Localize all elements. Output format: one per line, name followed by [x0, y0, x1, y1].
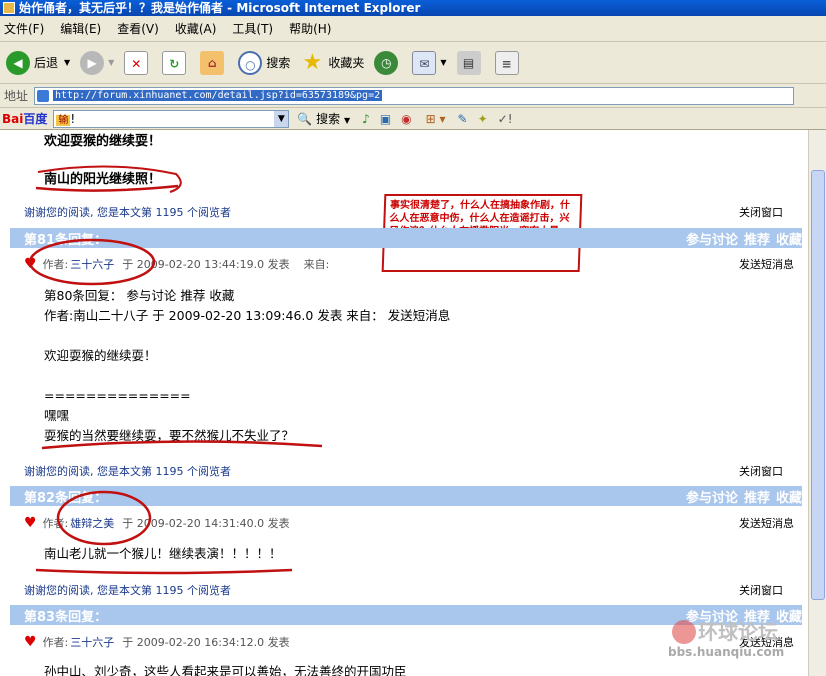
baidu-logo[interactable]: Bai百度: [2, 110, 47, 127]
author-link[interactable]: 三十六子: [70, 634, 114, 650]
collect-link[interactable]: 收藏: [776, 491, 802, 506]
discuss-link[interactable]: 参与讨论: [686, 233, 738, 248]
menu-tools[interactable]: 工具(T): [232, 20, 273, 37]
read-count-text: 谢谢您的阅读, 您是本文第 1195 个阅览者: [24, 465, 231, 478]
menu-bar: 文件(F) 编辑(E) 查看(V) 收藏(A) 工具(T) 帮助(H): [0, 16, 826, 42]
recommend-link[interactable]: 推荐: [744, 491, 770, 506]
search-icon: ○: [238, 50, 263, 75]
refresh-icon: ↻: [162, 50, 187, 75]
heart-icon: ♥: [24, 515, 37, 531]
window-title-bar: 始作俑者，其无后乎！？我是始作俑者 - Microsoft Internet E…: [0, 0, 826, 16]
music-icon[interactable]: ♪: [362, 112, 370, 126]
post-time: 2009-02-20 16:34:12.0 发表: [136, 636, 290, 649]
baidu-dropdown-icon[interactable]: ▼: [274, 110, 289, 127]
standard-toolbar: ◀ 后退 ▼ ▶ ▼ ✕ ↻ ⌂ ○ 搜索 ★ 收藏夹 ◷ ✉ ▼ ▤ ≡: [0, 42, 826, 84]
translate-icon[interactable]: ⊞ ▾: [426, 112, 446, 126]
back-button[interactable]: ◀ 后退 ▼: [6, 50, 70, 75]
page-content: 欢迎耍猴的继续耍！ 南山的阳光继续照！ 谢谢您的阅读, 您是本文第 1195 个…: [0, 130, 826, 676]
send-message-link[interactable]: 发送短消息: [739, 256, 794, 272]
recommend-link[interactable]: 推荐: [744, 233, 770, 248]
ie-icon: [3, 2, 15, 14]
close-window-link[interactable]: 关闭窗口: [739, 463, 783, 479]
back-dropdown-icon[interactable]: ▼: [64, 58, 70, 67]
edit-page-icon: ≡: [494, 50, 519, 75]
baidu-query: !: [70, 112, 76, 126]
image-icon[interactable]: ▣: [380, 112, 391, 126]
baidu-toolbar: Bai百度 输! ▼ 🔍 搜索 ▼ ♪ ▣ ◉ ⊞ ▾ ✎ ✦ ✓!: [0, 108, 826, 130]
previous-post-line-highlight: 南山的阳光继续照！: [44, 172, 162, 187]
address-label: 地址: [4, 89, 29, 103]
news-icon[interactable]: ◉: [401, 112, 411, 126]
send-message-link[interactable]: 发送短消息: [739, 515, 794, 531]
alert-icon[interactable]: ✓!: [498, 112, 513, 126]
home-icon: ⌂: [200, 50, 225, 75]
history-icon: ◷: [374, 50, 399, 75]
menu-file[interactable]: 文件(F): [4, 20, 44, 37]
forward-dropdown-icon[interactable]: ▼: [108, 58, 114, 67]
reply-header-82: 第82条回复： 参与讨论 推荐 收藏: [10, 486, 802, 506]
post-time: 2009-02-20 13:44:19.0 发表: [136, 258, 290, 271]
reply-header-81: 第81条回复： 参与讨论 推荐 收藏: [10, 228, 802, 248]
menu-edit[interactable]: 编辑(E): [60, 20, 101, 37]
reply-body-81: 第80条回复： 参与讨论 推荐 收藏 作者:南山二十八子 于 2009-02-2…: [44, 288, 451, 443]
heart-icon: ♥: [24, 256, 37, 272]
post-time: 2009-02-20 14:31:40.0 发表: [136, 517, 290, 530]
forward-button[interactable]: ▶ ▼: [80, 50, 114, 75]
menu-view[interactable]: 查看(V): [117, 20, 159, 37]
page-icon: [37, 89, 50, 102]
window-title: 始作俑者，其无后乎！？我是始作俑者 - Microsoft Internet E…: [19, 1, 421, 15]
baidu-highlight-icon: 输: [56, 115, 71, 126]
discuss-link[interactable]: 参与讨论: [686, 491, 738, 506]
read-count-text: 谢谢您的阅读, 您是本文第 1195 个阅览者: [24, 206, 231, 219]
read-count-text: 谢谢您的阅读, 您是本文第 1195 个阅览者: [24, 584, 231, 597]
menu-favorites[interactable]: 收藏(A): [175, 20, 217, 37]
search-button[interactable]: ○ 搜索: [238, 50, 290, 75]
collect-link[interactable]: 收藏: [776, 233, 802, 248]
address-input[interactable]: http://forum.xinhuanet.com/detail.jsp?id…: [34, 86, 795, 105]
back-arrow-icon: ◀: [6, 50, 30, 75]
baidu-search-input[interactable]: 输! ▼: [53, 109, 290, 128]
refresh-button[interactable]: ↻: [162, 50, 190, 75]
scrollbar-thumb[interactable]: [811, 170, 825, 600]
reply-body-83: 孙中山、刘少奇，这些人看起来是可以善始，无法善终的开国功臣: [44, 664, 407, 676]
author-row-81: ♥ 作者: 三十六子于 2009-02-20 13:44:19.0 发表 来自: 发送…: [24, 256, 794, 272]
author-link[interactable]: 三十六子: [70, 256, 114, 272]
heart-icon: ♥: [24, 634, 37, 650]
close-window-link[interactable]: 关闭窗口: [739, 582, 783, 598]
forum-watermark: 环球论坛 bbs.huanqiu.com: [668, 620, 785, 659]
mail-icon: ✉: [412, 50, 437, 75]
history-button[interactable]: ◷: [374, 50, 402, 75]
print-button[interactable]: ▤: [456, 50, 485, 75]
stop-icon: ✕: [124, 50, 149, 75]
author-row-82: ♥ 作者: 雄辩之美于 2009-02-20 14:31:40.0 发表 发送短消息: [24, 515, 794, 531]
address-bar: 地址 http://forum.xinhuanet.com/detail.jsp…: [0, 84, 826, 108]
vertical-scrollbar[interactable]: [808, 130, 826, 676]
star-icon: ★: [302, 49, 323, 75]
previous-post-line: 欢迎耍猴的继续耍！: [44, 134, 162, 149]
mail-dropdown-icon[interactable]: ▼: [440, 58, 446, 67]
reply-body-82: 南山老儿就一个猴儿！继续表演！！！！！: [44, 546, 282, 561]
home-button[interactable]: ⌂: [200, 50, 228, 75]
stop-button[interactable]: ✕: [124, 50, 152, 75]
address-url: http://forum.xinhuanet.com/detail.jsp?id…: [53, 90, 383, 101]
highlight-icon[interactable]: ✎: [458, 112, 468, 126]
menu-help[interactable]: 帮助(H): [289, 20, 331, 37]
author-link[interactable]: 雄辩之美: [70, 515, 114, 531]
close-window-link[interactable]: 关闭窗口: [739, 204, 783, 220]
mail-button[interactable]: ✉ ▼: [412, 50, 447, 75]
printer-icon: ▤: [456, 50, 481, 75]
favorites-button[interactable]: ★ 收藏夹: [300, 49, 364, 75]
forum-logo-icon: [672, 620, 696, 644]
edit-button[interactable]: ≡: [494, 50, 523, 75]
forward-arrow-icon: ▶: [80, 50, 105, 75]
baidu-search-button[interactable]: 🔍 搜索 ▼: [297, 110, 350, 127]
block-icon[interactable]: ✦: [478, 112, 488, 126]
